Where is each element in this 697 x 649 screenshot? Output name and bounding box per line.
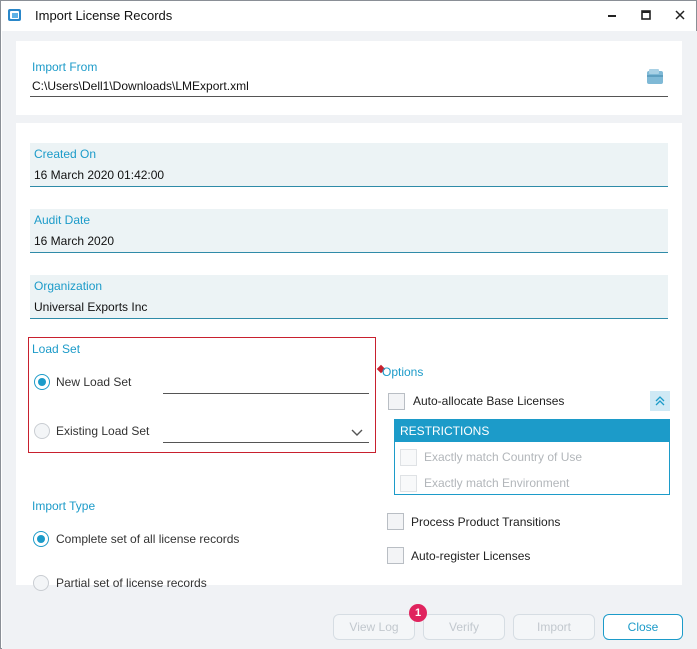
match-environment-checkbox[interactable] [400,475,417,492]
title-bar: Import License Records [1,1,696,31]
close-icon [675,10,685,20]
created-on-label: Created On [34,147,97,161]
restrictions-box: RESTRICTIONS Exactly match Country of Us… [394,419,670,495]
close-button[interactable]: Close [603,614,683,640]
verify-badge: 1 [409,604,427,622]
import-from-panel: Import From C:\Users\Dell1\Downloads\LME… [16,41,682,115]
verify-button[interactable]: Verify [423,614,505,640]
view-log-button[interactable]: View Log [333,614,415,640]
load-set-title: Load Set [32,342,81,356]
import-license-records-window: Import License Records Import From C:\Us… [0,0,697,649]
created-on-field: Created On 16 March 2020 01:42:00 [30,143,668,187]
dialog-body: Import From C:\Users\Dell1\Downloads\LME… [2,31,697,649]
created-on-value: 16 March 2020 01:42:00 [34,168,165,182]
new-load-set-radio[interactable] [34,374,50,390]
collapse-restrictions-button[interactable] [650,391,670,411]
import-from-field[interactable]: Import From C:\Users\Dell1\Downloads\LME… [30,57,668,97]
auto-allocate-checkbox[interactable] [388,393,405,410]
load-set-group: Load Set New Load Set Existing Load Set [28,337,376,453]
import-from-path: C:\Users\Dell1\Downloads\LMExport.xml [32,79,249,93]
import-button[interactable]: Import [513,614,595,640]
double-chevron-up-icon [655,396,665,406]
match-environment-label: Exactly match Environment [424,476,570,490]
import-type-title: Import Type [32,499,96,513]
partial-set-label[interactable]: Partial set of license records [56,576,207,590]
audit-date-value: 16 March 2020 [34,234,115,248]
match-country-checkbox[interactable] [400,449,417,466]
import-records-icon [7,7,23,23]
audit-date-label: Audit Date [34,213,91,227]
new-load-set-label[interactable]: New Load Set [56,375,131,389]
folder-icon[interactable] [646,69,664,88]
auto-allocate-label[interactable]: Auto-allocate Base Licenses [413,394,564,408]
close-window-button[interactable] [665,4,695,26]
existing-load-set-label[interactable]: Existing Load Set [56,424,149,438]
audit-date-field: Audit Date 16 March 2020 [30,209,668,253]
existing-load-set-radio[interactable] [34,423,50,439]
window-title: Import License Records [35,8,173,23]
options-title: Options [382,365,424,379]
maximize-icon [641,10,651,20]
chevron-down-icon [351,429,363,436]
new-load-set-input[interactable] [163,374,369,394]
partial-set-radio[interactable] [33,575,49,591]
maximize-button[interactable] [631,4,661,26]
organization-label: Organization [34,279,103,293]
organization-field: Organization Universal Exports Inc [30,275,668,319]
process-transitions-label[interactable]: Process Product Transitions [411,515,560,529]
process-transitions-checkbox[interactable] [387,513,404,530]
minimize-icon [608,15,616,17]
import-from-label: Import From [32,60,98,74]
match-country-label: Exactly match Country of Use [424,450,583,464]
auto-register-label[interactable]: Auto-register Licenses [411,549,530,563]
main-panel: Created On 16 March 2020 01:42:00 Audit … [16,123,682,591]
organization-value: Universal Exports Inc [34,300,148,314]
complete-set-label[interactable]: Complete set of all license records [56,532,239,546]
existing-load-set-dropdown[interactable] [163,423,369,443]
minimize-button[interactable] [597,4,627,26]
restrictions-header: RESTRICTIONS [395,420,669,442]
complete-set-radio[interactable] [33,531,49,547]
auto-register-checkbox[interactable] [387,547,404,564]
